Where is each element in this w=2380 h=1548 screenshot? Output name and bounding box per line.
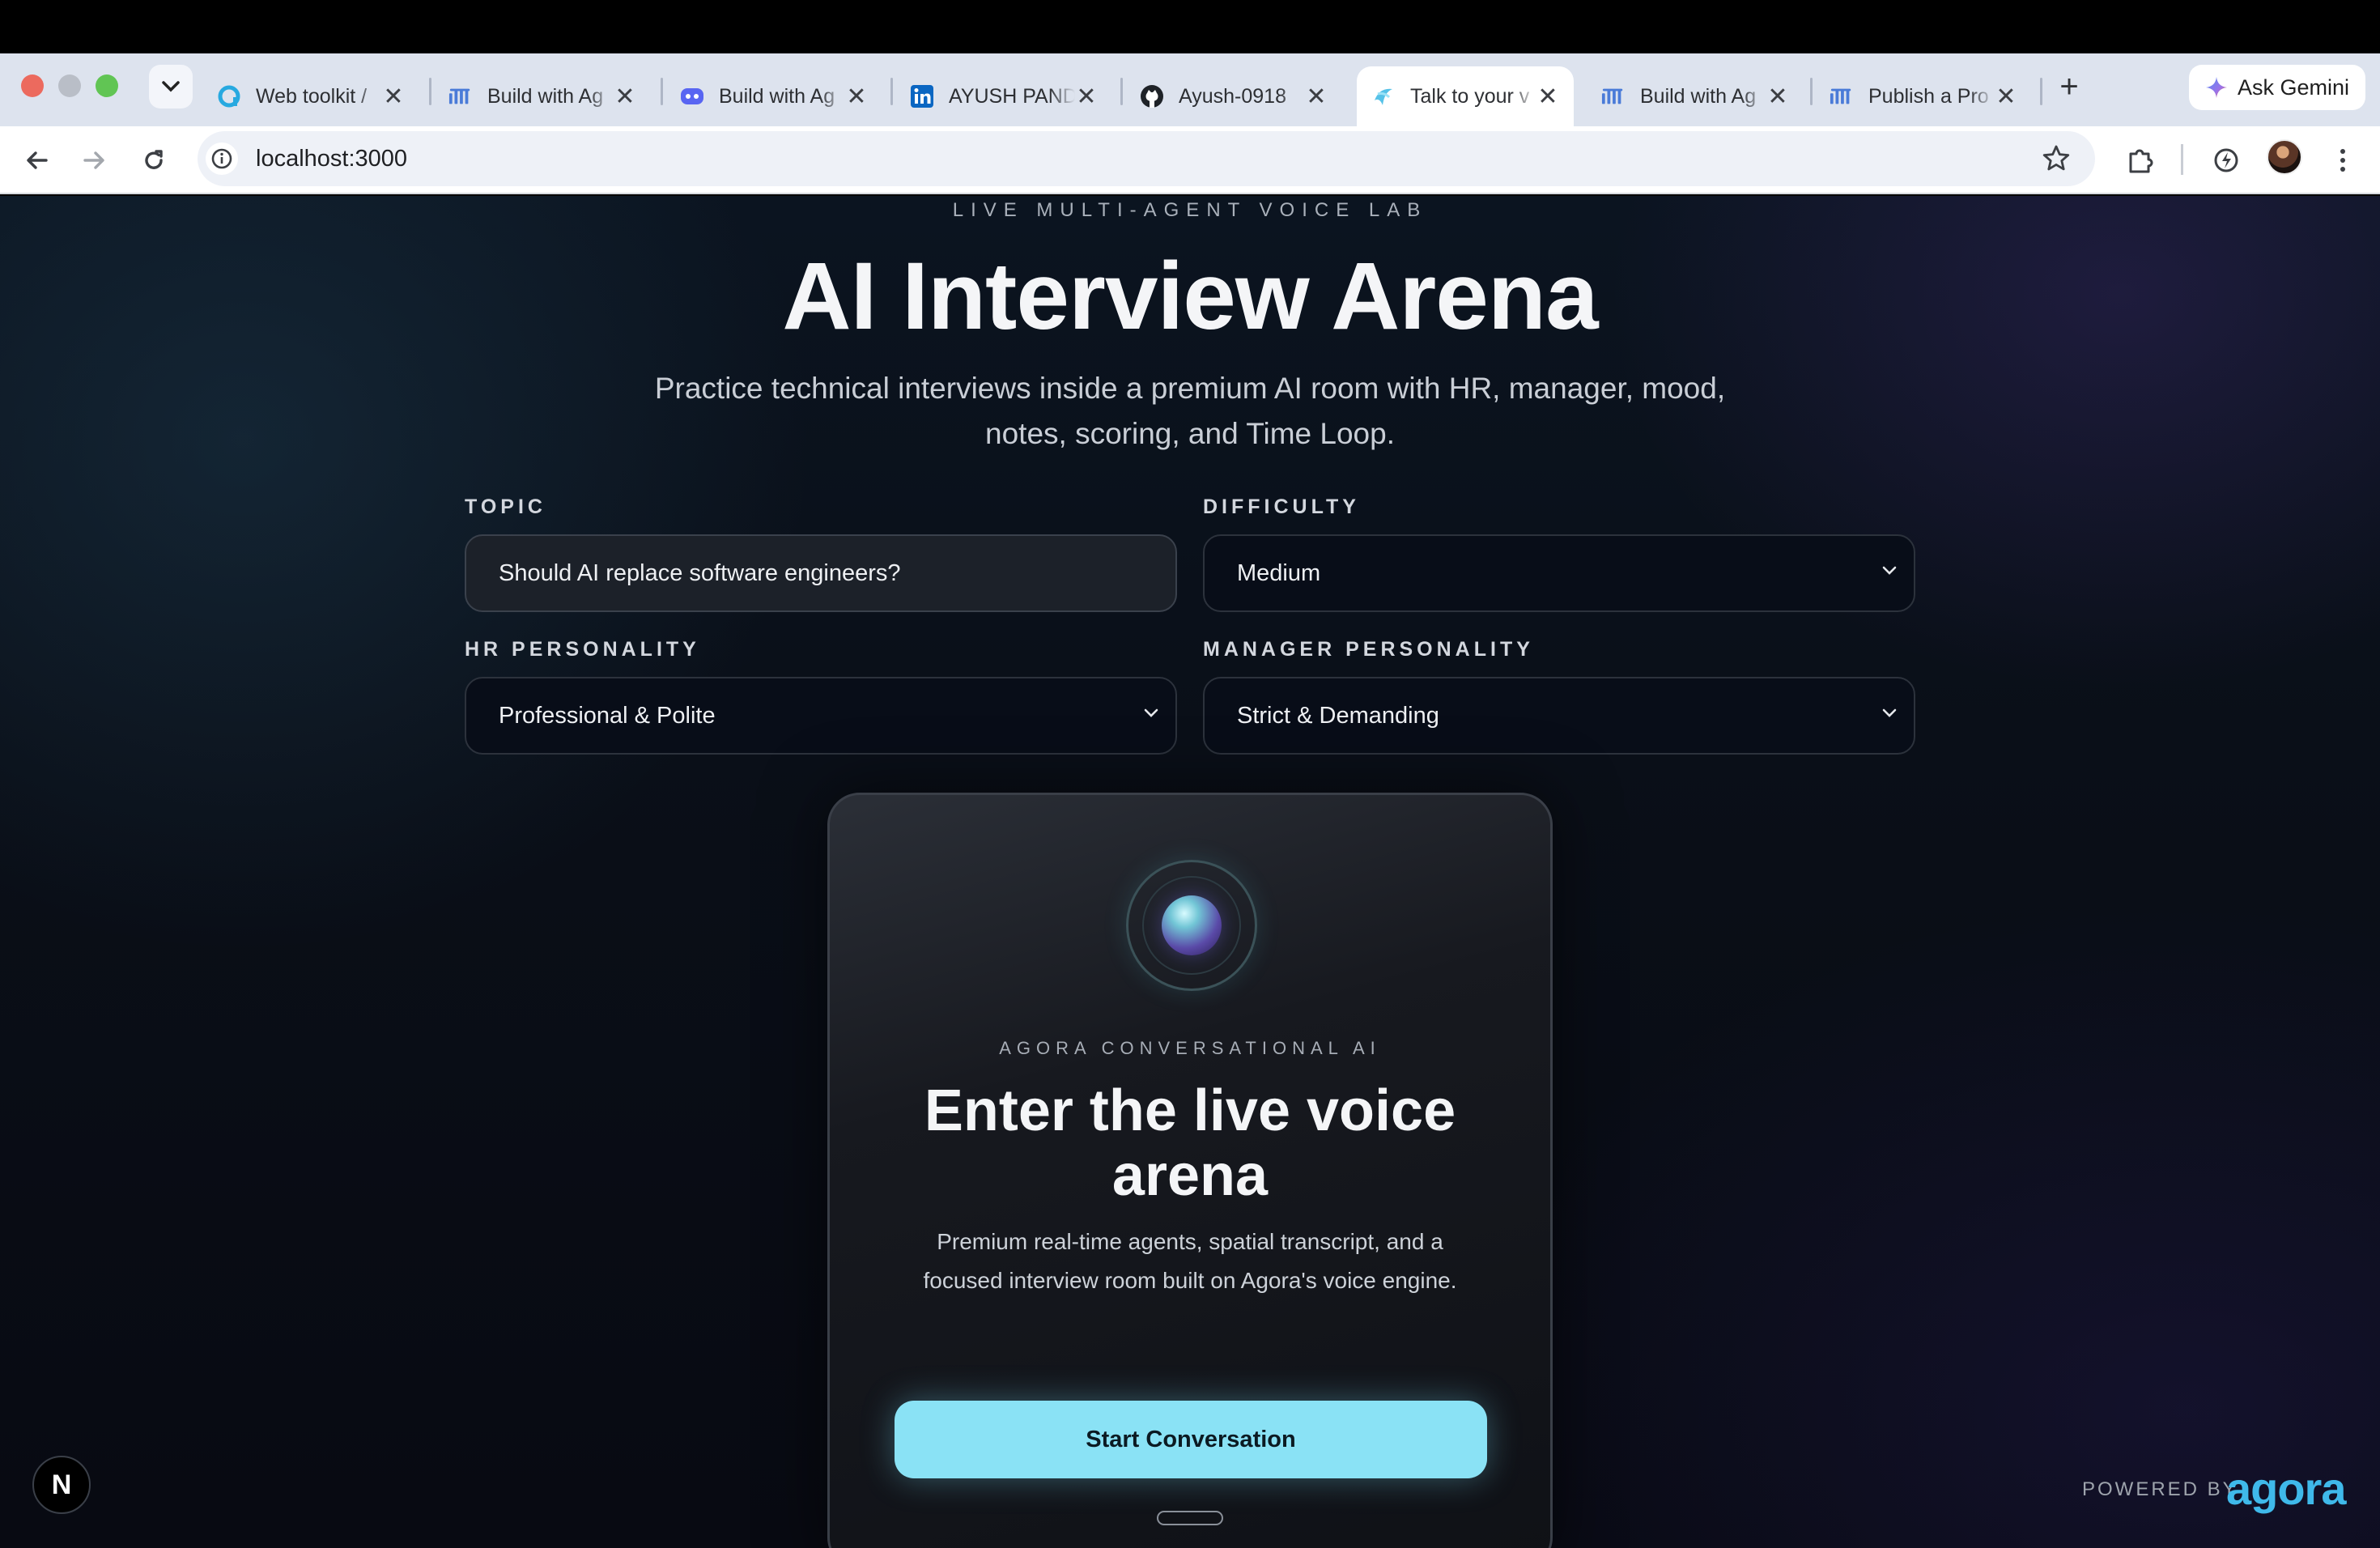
topic-input-value: Should AI replace software engineers? <box>499 559 901 586</box>
tab-build-with-agora-2[interactable]: Build with Ag ✕ <box>665 66 882 126</box>
topic-input[interactable]: Should AI replace software engineers? <box>465 534 1177 612</box>
arrow-left-icon <box>27 151 48 169</box>
tab-divider <box>1810 78 1813 105</box>
chevron-down-icon <box>1882 566 1897 575</box>
browser-menu-button[interactable] <box>2323 141 2362 180</box>
new-tab-button[interactable]: + <box>2051 68 2087 105</box>
speed-gauge-icon <box>2214 148 2238 172</box>
topic-label: TOPIC <box>465 495 546 518</box>
tab-publish-a-project[interactable]: Publish a Pro ✕ <box>1815 66 2032 126</box>
tab-title: Build with Ag <box>719 84 835 108</box>
agora-docs-icon <box>1830 84 1854 108</box>
page-title: AI Interview Arena <box>782 243 1598 350</box>
back-button[interactable] <box>19 142 55 178</box>
tab-web-toolkit[interactable]: Web toolkit / ✕ <box>202 66 419 126</box>
site-info-icon[interactable] <box>206 142 238 175</box>
tab-divider <box>661 78 663 105</box>
puzzle-icon <box>2129 149 2153 173</box>
manager-personality-select[interactable]: Strict & Demanding <box>1203 677 1915 755</box>
tab-title: Build with Ag <box>487 84 604 108</box>
toolbar-divider <box>2181 144 2183 175</box>
extensions-button[interactable] <box>2121 141 2160 180</box>
plus-icon: + <box>2059 68 2079 104</box>
hr-personality-label: HR PERSONALITY <box>465 638 700 661</box>
difficulty-select-value: Medium <box>1237 559 1321 586</box>
reload-icon <box>145 150 163 169</box>
difficulty-select[interactable]: Medium <box>1203 534 1915 612</box>
performance-button[interactable] <box>2207 141 2246 180</box>
close-tab-icon[interactable]: ✕ <box>845 83 868 111</box>
close-window-button[interactable] <box>21 74 44 97</box>
url-text: localhost:3000 <box>256 145 408 172</box>
close-tab-icon[interactable]: ✕ <box>1766 83 1789 111</box>
profile-avatar[interactable] <box>2267 139 2302 175</box>
bookmark-star-icon[interactable] <box>2042 144 2071 177</box>
github-icon <box>1140 84 1164 108</box>
close-tab-icon[interactable]: ✕ <box>1305 83 1328 111</box>
hr-personality-select[interactable]: Professional & Polite <box>465 677 1177 755</box>
tab-divider <box>1120 78 1123 105</box>
ask-gemini-label: Ask Gemini <box>2237 74 2350 100</box>
agora-docs-icon <box>448 84 473 108</box>
forward-button[interactable] <box>76 142 112 178</box>
manager-personality-value: Strict & Demanding <box>1237 702 1439 729</box>
page-subtitle: Practice technical interviews inside a p… <box>654 372 1726 450</box>
agora-logo: agora <box>2226 1463 2346 1514</box>
powered-by-label: POWERED BY <box>2082 1478 2238 1500</box>
card-eyebrow: AGORA CONVERSATIONAL AI <box>999 1038 1381 1058</box>
tab-divider <box>890 78 893 105</box>
system-top-bar <box>0 0 2380 53</box>
close-tab-icon[interactable]: ✕ <box>382 83 405 111</box>
close-tab-icon[interactable]: ✕ <box>1075 83 1098 111</box>
hero-eyebrow: LIVE MULTI-AGENT VOICE LAB <box>952 199 1428 221</box>
reload-button[interactable] <box>136 142 172 178</box>
chevron-down-icon <box>1882 708 1897 717</box>
agora-docs-icon <box>1601 84 1626 108</box>
tab-title: Web toolkit / <box>256 84 368 108</box>
more-vertical-icon <box>2340 149 2345 172</box>
discord-icon <box>680 84 704 108</box>
hr-personality-value: Professional & Polite <box>499 702 716 729</box>
card-title: Enter the live voice arena <box>924 1078 1456 1208</box>
chevron-down-icon <box>162 81 180 92</box>
tab-build-with-agora-3[interactable]: Build with Ag ✕ <box>1587 66 1804 126</box>
card-description: Premium real-time agents, spatial transc… <box>923 1229 1457 1293</box>
address-bar[interactable]: localhost:3000 <box>198 131 2095 186</box>
voice-arena-card: AGORA CONVERSATIONAL AI Enter the live v… <box>827 793 1553 1548</box>
tab-title: AYUSH PANDEY <box>949 84 1075 108</box>
tab-divider <box>429 78 431 105</box>
nextjs-dev-badge[interactable]: N <box>32 1456 91 1514</box>
tab-talk-to-your-voice[interactable]: Talk to your v ✕ <box>1357 66 1574 126</box>
maximize-window-button[interactable] <box>96 74 118 97</box>
app-icon <box>1371 84 1396 108</box>
drawer-handle[interactable] <box>1157 1511 1223 1525</box>
close-tab-icon[interactable]: ✕ <box>1995 83 2017 111</box>
agora-toolkit-icon <box>217 84 241 108</box>
ask-gemini-button[interactable]: Ask Gemini <box>2189 65 2365 110</box>
close-tab-icon[interactable]: ✕ <box>1536 83 1559 111</box>
tab-title: Ayush-0918 <box>1179 84 1286 108</box>
voice-orb-icon <box>1162 895 1222 955</box>
linkedin-icon <box>910 84 934 108</box>
arrow-right-icon <box>83 151 104 169</box>
tab-title: Publish a Pro <box>1868 84 1989 108</box>
start-conversation-button[interactable]: Start Conversation <box>895 1401 1487 1478</box>
tab-divider <box>2040 78 2042 105</box>
minimize-window-button[interactable] <box>58 74 81 97</box>
nextjs-logo-icon: N <box>51 1469 72 1500</box>
tab-linkedin[interactable]: AYUSH PANDEY ✕ <box>895 66 1112 126</box>
tab-title: Talk to your v <box>1410 84 1530 108</box>
tab-build-with-agora-1[interactable]: Build with Ag ✕ <box>434 66 651 126</box>
chevron-down-icon <box>1144 708 1158 717</box>
tab-search-button[interactable] <box>149 65 193 108</box>
tab-github[interactable]: Ayush-0918 ✕ <box>1125 66 1342 126</box>
close-tab-icon[interactable]: ✕ <box>614 83 636 111</box>
tab-title: Build with Ag <box>1640 84 1757 108</box>
difficulty-label: DIFFICULTY <box>1203 495 1360 518</box>
manager-personality-label: MANAGER PERSONALITY <box>1203 638 1534 661</box>
app-page: LIVE MULTI-AGENT VOICE LAB AI Interview … <box>0 196 2380 1548</box>
gemini-sparkle-icon <box>2205 77 2227 98</box>
